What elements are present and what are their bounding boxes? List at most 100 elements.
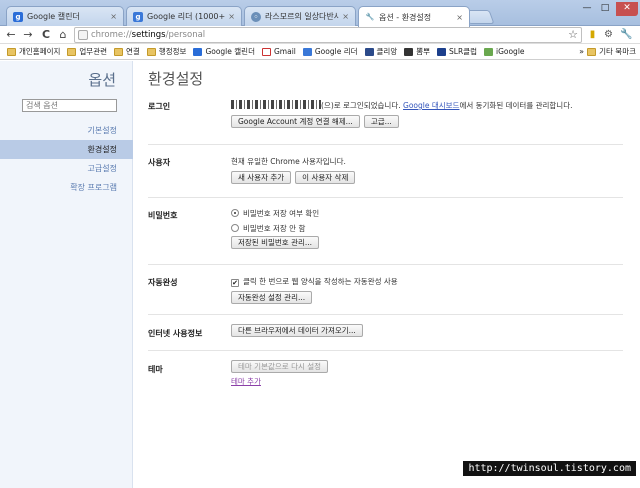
bookmark-label: 업무관련 (79, 47, 108, 56)
sidebar-item-extensions[interactable]: 확장 프로그램 (0, 178, 133, 197)
google-calendar-icon: g (13, 11, 23, 22)
bookmark-item[interactable]: 행정정보 (146, 46, 187, 57)
sidebar-item-advanced[interactable]: 고급설정 (0, 159, 133, 178)
bookmark-item[interactable]: 개인홈페이지 (7, 46, 60, 57)
settings-content: 환경설정 로그인 (으)로 로그인되었습니다. Google 대시보드에서 동기… (134, 61, 640, 488)
other-bookmarks[interactable]: 기타 북마크 (587, 46, 636, 57)
section-label: 로그인 (148, 102, 171, 111)
reset-theme-button[interactable]: 테마 기본값으로 다시 설정 (231, 360, 329, 373)
close-icon[interactable]: × (456, 13, 463, 22)
url-host: settings (131, 30, 166, 40)
get-themes-link[interactable]: 테마 추가 (231, 377, 261, 386)
tab-options[interactable]: 🔧 옵션 - 환경설정 × (358, 6, 470, 27)
bookmark-label: 개인홈페이지 (19, 47, 61, 56)
url-path: /personal (165, 30, 206, 40)
tab-title: Google 캘린더 (27, 12, 80, 21)
gmail-icon (261, 47, 271, 56)
bookmark-item[interactable]: iGoogle (483, 47, 525, 56)
import-data-button[interactable]: 다른 브라우저에서 데이터 가져오기... (231, 324, 363, 337)
section-browsing-data: 인터넷 사용정보 다른 브라우저에서 데이터 가져오기... (148, 314, 623, 349)
tab-google-calendar[interactable]: g Google 캘린더 × (6, 6, 124, 26)
manage-passwords-button[interactable]: 저장된 비밀번호 관리... (231, 236, 320, 249)
bookmark-item[interactable]: Google 캘린더 (193, 46, 255, 57)
bookmark-label: Gmail (273, 47, 296, 56)
igoogle-icon (483, 47, 493, 56)
other-bookmarks-label: 기타 북마크 (599, 47, 636, 56)
tab-blog[interactable]: ◦ 라스모르의 일상다반사 :: × (244, 6, 356, 26)
tab-strip: g Google 캘린더 × g Google 리더 (1000+) × ◦ 라… (0, 0, 640, 27)
bookmark-star-icon[interactable]: ☆ (568, 28, 578, 41)
reload-button[interactable]: C (39, 28, 53, 42)
sidebar-item-personal[interactable]: 환경설정 (0, 140, 133, 159)
bookmark-label: 연결 (126, 47, 140, 56)
autofill-checkbox[interactable]: ✔ (231, 279, 239, 287)
advanced-sync-button[interactable]: 고급... (363, 115, 399, 128)
add-user-button[interactable]: 새 사용자 추가 (231, 171, 292, 184)
bookmark-item[interactable]: SLR클럽 (437, 46, 477, 57)
folder-icon (7, 47, 16, 56)
address-bar[interactable]: chrome:// settings /personal ☆ (74, 27, 582, 43)
bookmark-item[interactable]: 뽐뿌 (404, 46, 430, 57)
bookmark-item[interactable]: 클리앙 (364, 46, 398, 57)
google-reader-icon (302, 47, 312, 56)
tab-title: 라스모르의 일상다반사 :: (265, 12, 340, 21)
bookmark-item[interactable]: 업무관련 (67, 46, 107, 57)
section-passwords: 비밀번호 비밀번호 저장 여부 확인 비밀번호 저장 안 함 저장된 비밀번호 … (148, 197, 623, 263)
extension-note-icon[interactable]: ▮ (586, 28, 599, 41)
close-icon[interactable]: × (110, 12, 117, 21)
chevron-more-icon[interactable]: » (579, 47, 584, 56)
close-window-button[interactable]: ✕ (616, 2, 638, 16)
section-theme: 테마 테마 기본값으로 다시 설정 테마 추가 (148, 350, 623, 400)
bookmark-label: iGoogle (495, 47, 525, 56)
close-icon[interactable]: × (228, 12, 235, 21)
extension-icon[interactable]: ⚙ (602, 28, 615, 41)
bookmark-label: 클리앙 (376, 47, 398, 56)
section-label: 비밀번호 (148, 211, 178, 220)
sidebar-item-basics[interactable]: 기본설정 (0, 121, 133, 140)
google-calendar-icon (193, 47, 203, 56)
tab-title: Google 리더 (1000+) (147, 12, 226, 21)
clien-icon (364, 47, 374, 56)
minimize-button[interactable]: — (578, 2, 596, 16)
bookmark-label: 행정정보 (158, 47, 187, 56)
tab-google-reader[interactable]: g Google 리더 (1000+) × (126, 6, 242, 26)
delete-user-button[interactable]: 이 사용자 삭제 (295, 171, 356, 184)
page-icon (78, 30, 88, 40)
wrench-menu-icon[interactable]: 🔧 (620, 28, 633, 41)
maximize-button[interactable]: □ (596, 2, 614, 16)
folder-icon (67, 47, 77, 56)
bookmark-item[interactable]: Gmail (261, 47, 296, 56)
folder-icon (587, 47, 597, 56)
section-label: 테마 (148, 365, 163, 374)
tab-title: 옵션 - 환경설정 (379, 12, 432, 22)
close-icon[interactable]: × (342, 12, 349, 21)
search-options-input[interactable] (22, 99, 117, 112)
section-autofill: 자동완성 ✔ 클릭 한 번으로 웹 양식을 작성하는 자동완성 사용 자동완성 설… (148, 264, 623, 319)
disconnect-account-button[interactable]: Google Account 계정 연결 해제... (231, 115, 360, 128)
forward-button[interactable]: → (21, 28, 35, 42)
users-text: 현재 유일한 Chrome 사용자입니다. (231, 157, 346, 166)
bookmark-label: Google 리더 (314, 47, 358, 56)
sidebar-title: 옵션 (88, 71, 116, 89)
manage-autofill-button[interactable]: 자동완성 설정 관리... (231, 291, 313, 304)
folder-icon (146, 47, 156, 56)
checkbox-label: 클릭 한 번으로 웹 양식을 작성하는 자동완성 사용 (243, 277, 398, 286)
bookmarks-bar: 개인홈페이지 업무관련 연결 행정정보 Google 캘린더 Gmail Goo… (0, 44, 640, 60)
radio-offer-save[interactable] (231, 209, 239, 217)
bookmark-item[interactable]: 연결 (114, 46, 140, 57)
bookmark-label: SLR클럽 (449, 47, 477, 56)
back-button[interactable]: ← (4, 28, 18, 42)
page-title: 환경설정 (148, 70, 204, 88)
url-scheme: chrome:// (91, 30, 132, 40)
section-label: 자동완성 (148, 278, 178, 287)
dashboard-link[interactable]: Google 대시보드 (403, 101, 459, 110)
radio-label: 비밀번호 저장 여부 확인 (243, 209, 320, 218)
bookmark-item[interactable]: Google 리더 (302, 46, 358, 57)
watermark: http://twinsoul.tistory.com (463, 461, 636, 476)
login-status-text: (으)로 로그인되었습니다. (321, 101, 401, 110)
ppomppu-icon (404, 47, 414, 56)
radio-never-save[interactable] (231, 224, 239, 232)
sidebar-nav: 기본설정 환경설정 고급설정 확장 프로그램 (0, 121, 133, 197)
section-login: 로그인 (으)로 로그인되었습니다. Google 대시보드에서 동기화된 데이… (148, 91, 623, 143)
home-button[interactable]: ⌂ (56, 28, 70, 42)
